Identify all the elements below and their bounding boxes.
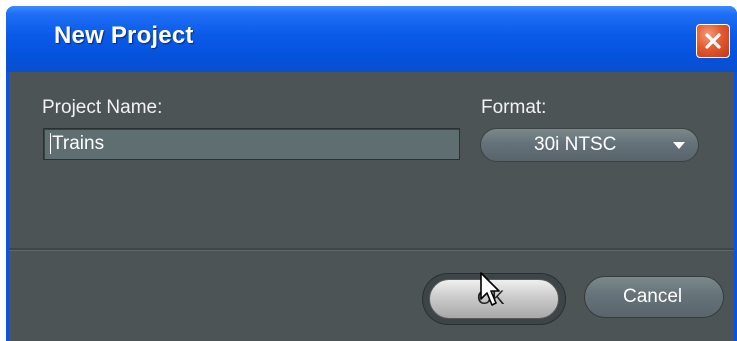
- format-label: Format:: [481, 97, 547, 118]
- format-dropdown[interactable]: 30i NTSC: [480, 128, 699, 162]
- project-name-input[interactable]: Trains: [43, 128, 460, 160]
- new-project-dialog: New Project Project Name: Trains Format:…: [6, 6, 737, 341]
- divider: [9, 248, 734, 251]
- close-icon: [705, 33, 721, 49]
- chevron-down-icon: [673, 142, 685, 149]
- project-name-value: Trains: [52, 133, 105, 154]
- cancel-button-label: Cancel: [623, 286, 683, 307]
- dialog-body: Project Name: Trains Format: 30i NTSC OK…: [6, 72, 737, 341]
- project-name-label: Project Name:: [42, 97, 163, 118]
- title-bar[interactable]: New Project: [6, 6, 737, 72]
- dialog-title: New Project: [54, 22, 194, 49]
- text-caret: [50, 133, 51, 155]
- mouse-pointer-icon: [480, 272, 500, 306]
- format-selected-value: 30i NTSC: [534, 134, 617, 155]
- close-button[interactable]: [696, 24, 730, 58]
- cancel-button[interactable]: Cancel: [584, 276, 724, 318]
